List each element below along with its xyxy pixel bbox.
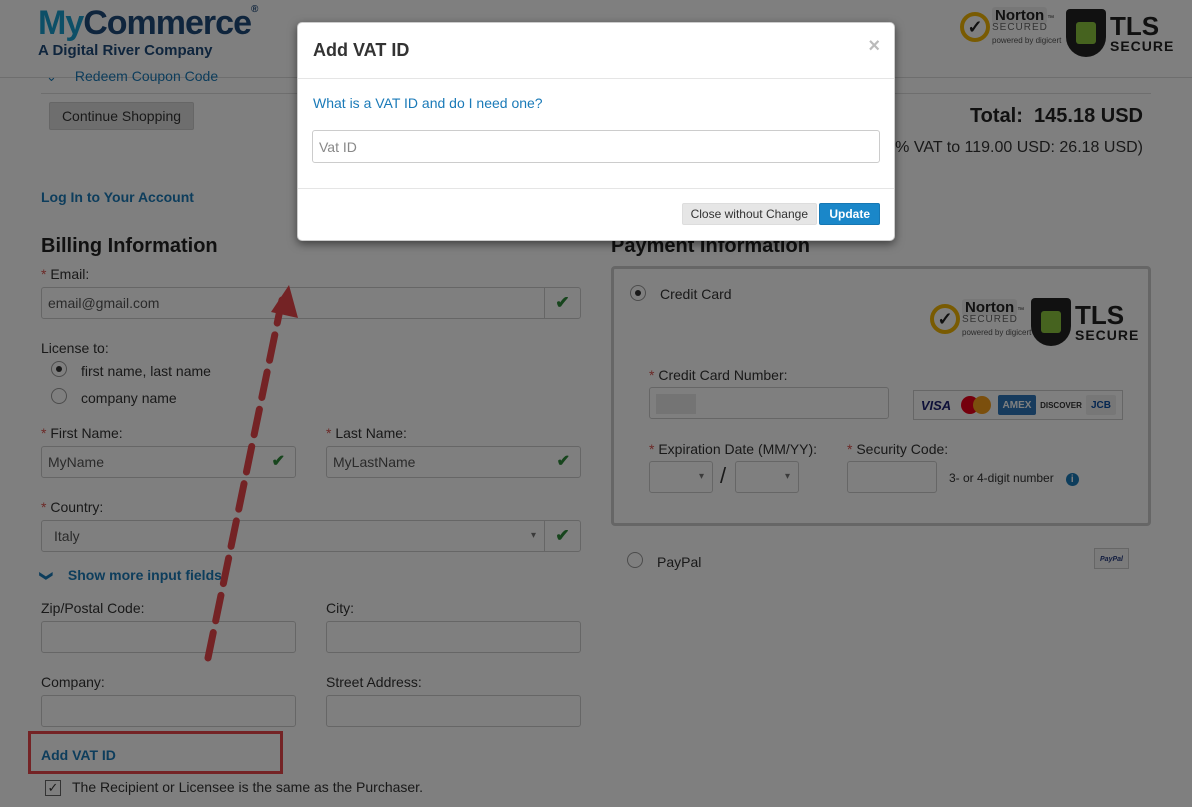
- vat-id-input[interactable]: [312, 130, 880, 163]
- close-icon[interactable]: ×: [868, 35, 880, 58]
- modal-title: Add VAT ID: [313, 40, 410, 60]
- add-vat-id-modal: Add VAT ID × What is a VAT ID and do I n…: [297, 22, 895, 241]
- modal-body: What is a VAT ID and do I need one?: [298, 79, 894, 189]
- modal-footer: Close without Change Update: [298, 189, 894, 241]
- vat-help-link[interactable]: What is a VAT ID and do I need one?: [313, 95, 543, 111]
- modal-header: Add VAT ID ×: [298, 23, 894, 79]
- update-button[interactable]: Update: [819, 203, 880, 225]
- close-without-change-button[interactable]: Close without Change: [681, 203, 817, 225]
